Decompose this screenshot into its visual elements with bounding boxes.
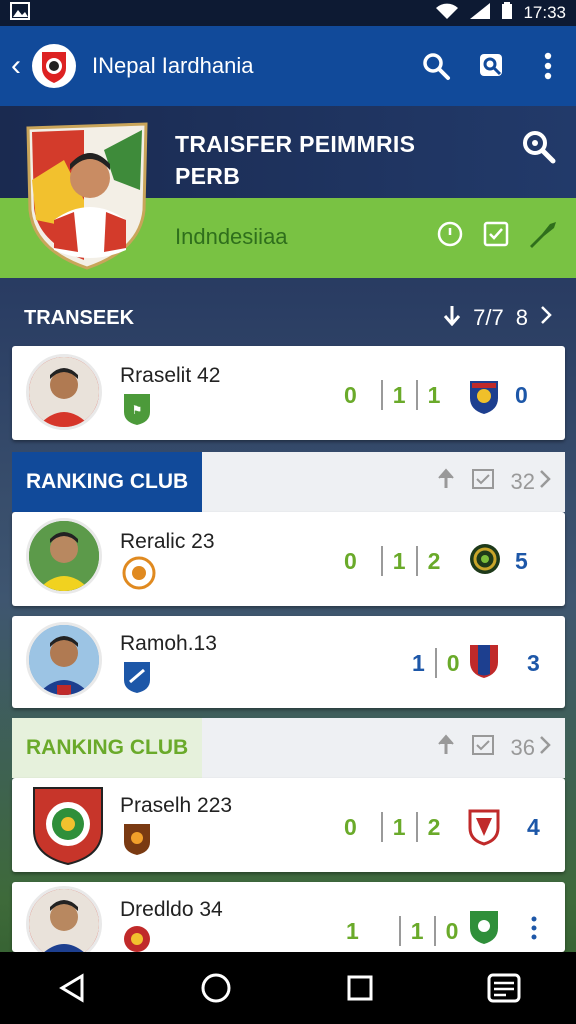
list-item[interactable]: Praselh 223 0 1 2 4 [12,778,565,872]
stat-b: 1 [412,649,425,676]
ranking-count: 36 [510,735,535,760]
stat-b: 1 [392,381,406,408]
arrow-up-icon[interactable] [437,734,455,762]
wifi-icon [435,2,459,25]
club-badge-icon [122,660,152,694]
club-badge-icon: ⚑ [122,392,152,426]
ranking-label: RANKING CLUB [12,452,203,512]
chevron-right-icon[interactable] [539,735,551,761]
svg-text:⚑: ⚑ [132,403,143,417]
stat-a: 0 [344,547,357,574]
stat-c: 0 [446,649,460,676]
club-badge-icon [122,822,152,856]
club-logo [32,44,76,88]
hero-title-line2: PERB [175,163,241,189]
keyboard-switch-icon[interactable] [480,964,528,1012]
transfers-count-b: 8 [515,305,528,330]
app-title: INepal Iardhania [92,53,254,78]
transfers-count-a: 7/7 [473,305,504,330]
stat-a: 0 [344,381,357,408]
stat-b: 1 [392,547,406,574]
scan-search-icon[interactable] [464,38,520,94]
opponent-club-icon [468,378,500,416]
row-end-value: 5 [515,548,528,574]
club-crest-image [30,782,106,866]
stat-c: 1 [427,381,441,408]
avatar [26,622,102,698]
arrow-up-icon[interactable] [437,468,455,496]
status-bar: 17:33 [0,0,576,26]
stat-c: 0 [445,917,459,944]
home-circle-icon[interactable] [192,964,240,1012]
checkbox-icon[interactable] [482,220,510,248]
ranking-count: 32 [510,469,535,494]
system-nav-bar [0,952,576,1024]
ranking-header[interactable]: RANKING CLUB 32 [12,452,565,512]
arrow-down-icon[interactable] [443,304,461,332]
signal-icon [469,2,491,25]
checkbox-icon[interactable] [471,734,495,762]
tag-icon[interactable] [528,220,556,248]
stat-b: 1 [392,813,406,840]
stat-c: 2 [427,813,441,840]
more-vert-icon[interactable] [520,38,576,94]
transfers-label: TRANSEEK [24,306,135,329]
player-name: Ramoh.13 [120,632,217,655]
chevron-right-icon[interactable] [540,305,552,331]
list-item[interactable]: Ramoh.13 1 0 3 [12,616,565,708]
clock-icon[interactable] [436,220,464,248]
chevron-right-icon[interactable] [539,469,551,495]
app-bar: ‹ INepal Iardhania [0,26,576,106]
player-name: Praselh 223 [120,794,233,817]
hero-title: TRAISFER PEIMMRIS PERB [175,128,415,192]
opponent-club-icon [468,542,500,580]
opponent-club-icon [468,808,500,846]
row-end-value: 0 [515,382,528,408]
player-name: Dredldo 34 [120,898,223,921]
list-item[interactable]: Reralic 23 0 1 2 5 [12,512,565,606]
player-name: Rraselit 42 [120,364,221,387]
list-item[interactable]: Dredldo 34 1 1 0 [12,882,565,952]
checkbox-icon[interactable] [471,468,495,496]
row-end-value: 4 [527,814,540,840]
club-badge-icon [122,556,156,590]
player-crest-image [24,120,150,270]
opponent-club-icon [468,642,500,680]
ranking-label: RANKING CLUB [12,718,203,778]
stat-b: 1 [410,917,424,944]
clock-time: 17:33 [523,3,566,22]
stat-a: 1 [346,917,359,944]
avatar [26,354,102,430]
row-end-value: 3 [527,650,540,676]
avatar [26,518,102,594]
country-label: Indndesiiaa [175,224,288,249]
opponent-club-icon [468,908,500,946]
club-badge-icon [122,924,152,952]
hero-actions [436,220,556,248]
back-triangle-icon[interactable] [48,964,96,1012]
gallery-notification-icon [10,1,30,25]
search-icon[interactable] [408,38,464,94]
transfers-header: TRANSEEK 7/7 8 [0,290,576,346]
recents-square-icon[interactable] [336,964,384,1012]
search-icon[interactable] [518,126,558,166]
hero-header: TRAISFER PEIMMRIS PERB Indndesiiaa [0,106,576,278]
hero-title-line1: TRAISFER PEIMMRIS [175,131,416,157]
stat-a: 0 [344,813,357,840]
battery-icon [501,1,513,25]
list-item[interactable]: Rraselit 42 ⚑ 0 1 1 0 [12,346,565,440]
back-arrow-icon[interactable]: ‹ [2,49,30,83]
more-vert-icon[interactable] [530,916,538,945]
stat-c: 2 [427,547,441,574]
ranking-header[interactable]: RANKING CLUB 36 [12,718,565,778]
avatar [26,886,102,952]
player-name: Reralic 23 [120,530,215,553]
